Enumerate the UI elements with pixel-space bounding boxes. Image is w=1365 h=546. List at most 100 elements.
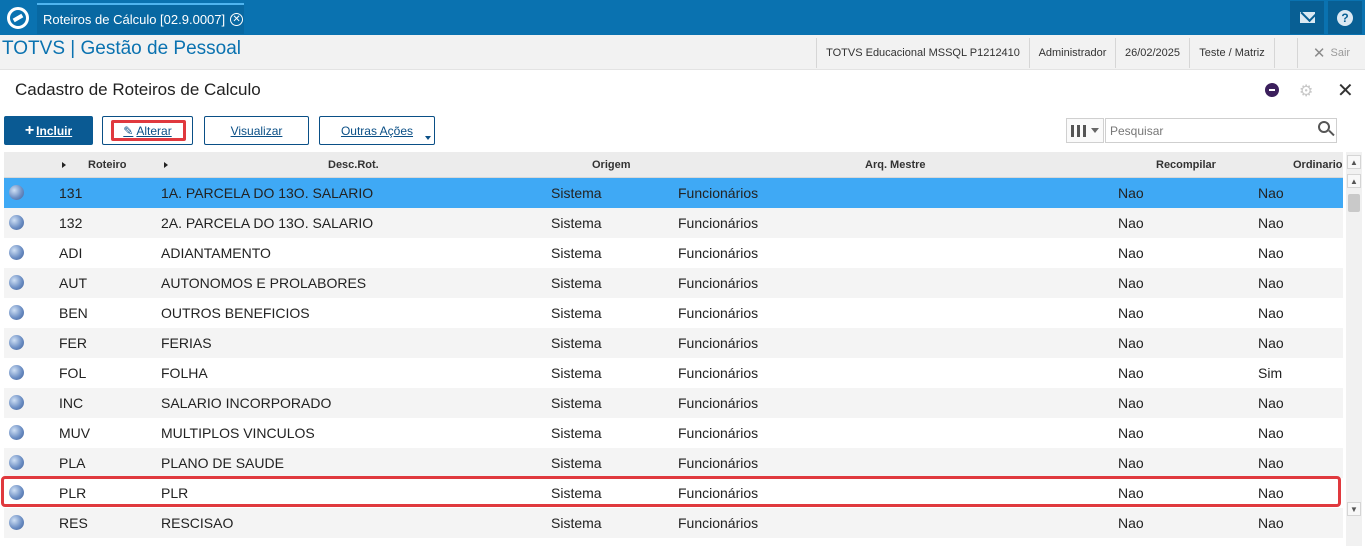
- mail-icon[interactable]: [1290, 1, 1324, 34]
- sort-arrow-icon[interactable]: [164, 162, 168, 168]
- cell-desc: ADIANTAMENTO: [161, 245, 271, 261]
- status-legend-icon[interactable]: [9, 185, 24, 200]
- plus-icon: +: [24, 121, 35, 139]
- cell-recompilar: Nao: [1118, 305, 1144, 321]
- cell-arq: Funcionários: [678, 395, 759, 411]
- cell-origem: Sistema: [551, 395, 602, 411]
- app-title: TOTVS | Gestão de Pessoal: [2, 38, 242, 59]
- cell-recompilar: Nao: [1118, 515, 1144, 531]
- totvs-logo-icon[interactable]: [0, 0, 35, 35]
- status-legend-icon[interactable]: [9, 365, 24, 380]
- cell-desc: 1A. PARCELA DO 13O. SALARIO: [161, 185, 374, 201]
- header-arq-mestre[interactable]: Arq. Mestre: [865, 159, 926, 171]
- table-row[interactable]: FOL FOLHA Sistema Funcionários Nao Sim: [4, 358, 1343, 388]
- table-row[interactable]: FER FERIAS Sistema Funcionários Nao Nao: [4, 328, 1343, 358]
- chevron-down-icon: [1091, 128, 1099, 133]
- cell-arq: Funcionários: [678, 245, 759, 261]
- cell-arq: Funcionários: [678, 305, 759, 321]
- status-legend-icon[interactable]: [9, 245, 24, 260]
- header-roteiro[interactable]: Roteiro: [88, 159, 127, 171]
- cell-ordinario: Nao: [1258, 215, 1284, 231]
- cell-roteiro: MUV: [59, 425, 91, 441]
- status-legend-icon[interactable]: [9, 425, 24, 440]
- table-row[interactable]: PLA PLANO DE SAUDE Sistema Funcionários Nao N…: [4, 448, 1343, 478]
- cell-desc: AUTONOMOS E PROLABORES: [161, 275, 367, 291]
- cell-arq: Funcionários: [678, 365, 759, 381]
- cell-roteiro: 132: [59, 215, 83, 231]
- cell-roteiro: INC: [59, 395, 84, 411]
- cell-ordinario: Nao: [1258, 335, 1284, 351]
- incluir-button[interactable]: + Incluir: [4, 116, 93, 145]
- status-legend-icon[interactable]: [9, 305, 24, 320]
- status-legend-icon[interactable]: [9, 275, 24, 290]
- table-row[interactable]: 131 1A. PARCELA DO 13O. SALARIO Sistema Fun…: [4, 178, 1343, 208]
- tab-roteiros[interactable]: Roteiros de Cálculo [02.9.0007] ✕: [37, 3, 244, 34]
- app-header: TOTVS | Gestão de Pessoal TOTVS Educacio…: [0, 35, 1365, 70]
- exit-label: Sair: [1330, 47, 1351, 59]
- search-icon[interactable]: [1318, 121, 1330, 133]
- date-label[interactable]: 26/02/2025: [1115, 38, 1189, 68]
- scroll-down-icon[interactable]: ▼: [1347, 502, 1361, 516]
- sort-arrow-icon[interactable]: [62, 162, 66, 168]
- incluir-label: Incluir: [36, 123, 73, 138]
- cell-origem: Sistema: [551, 215, 602, 231]
- status-legend-icon[interactable]: [9, 395, 24, 410]
- outras-acoes-label: Outras Ações: [340, 123, 414, 138]
- close-window-icon[interactable]: ✕: [1337, 78, 1354, 103]
- cell-roteiro: RES: [59, 515, 88, 531]
- cell-roteiro: ADI: [59, 245, 83, 261]
- cell-recompilar: Nao: [1118, 245, 1144, 261]
- table-row[interactable]: MUV MULTIPLOS VINCULOS Sistema Funcionários…: [4, 418, 1343, 448]
- search-input[interactable]: [1105, 118, 1337, 143]
- table-row[interactable]: AUT AUTONOMOS E PROLABORES Sistema Funcioná…: [4, 268, 1343, 298]
- table-row[interactable]: RES RESCISAO Sistema Funcionários Nao Nao: [4, 508, 1343, 538]
- status-legend-icon[interactable]: [9, 215, 24, 230]
- visualizar-button[interactable]: Visualizar: [204, 116, 309, 145]
- cell-arq: Funcionários: [678, 335, 759, 351]
- header-recompilar[interactable]: Recompilar: [1156, 159, 1216, 171]
- cell-ordinario: Nao: [1258, 185, 1284, 201]
- status-legend-icon[interactable]: [9, 515, 24, 530]
- cell-ordinario: Sim: [1258, 365, 1283, 381]
- table-row[interactable]: ADI ADIANTAMENTO Sistema Funcionários Nao Nao: [4, 238, 1343, 268]
- scroll-up-icon[interactable]: ▲: [1347, 174, 1361, 188]
- branch-label[interactable]: Teste / Matriz: [1189, 38, 1275, 68]
- table-row[interactable]: 132 2A. PARCELA DO 13O. SALARIO Sistema Fun…: [4, 208, 1343, 238]
- cell-arq: Funcionários: [678, 515, 759, 531]
- tab-close-icon[interactable]: ✕: [230, 13, 244, 26]
- gear-icon[interactable]: ⚙: [1299, 81, 1313, 101]
- exit-button[interactable]: ✕ Sair: [1297, 38, 1365, 68]
- help-icon[interactable]: ?: [1328, 1, 1362, 34]
- form-options-icon[interactable]: [1265, 83, 1279, 97]
- cell-origem: Sistema: [551, 185, 602, 201]
- grid-header: Roteiro Desc.Rot. Origem Arq. Mestre Rec…: [4, 152, 1343, 178]
- scroll-top-icon[interactable]: ▲: [1347, 155, 1361, 169]
- environment-label[interactable]: TOTVS Educacional MSSQL P1212410: [816, 38, 1029, 68]
- vertical-scrollbar[interactable]: ▲ ▲ ▼: [1346, 152, 1362, 546]
- cell-roteiro: FOL: [59, 365, 87, 381]
- cell-recompilar: Nao: [1118, 395, 1144, 411]
- header-desc[interactable]: Desc.Rot.: [328, 159, 379, 171]
- status-legend-icon[interactable]: [9, 455, 24, 470]
- table-row[interactable]: INC SALARIO INCORPORADO Sistema Funcionário…: [4, 388, 1343, 418]
- header-origem[interactable]: Origem: [592, 159, 631, 171]
- column-picker-button[interactable]: [1066, 118, 1104, 143]
- scroll-thumb[interactable]: [1348, 194, 1360, 212]
- outras-acoes-button[interactable]: Outras Ações: [319, 116, 435, 145]
- cell-roteiro: BEN: [59, 305, 88, 321]
- cell-recompilar: Nao: [1118, 365, 1144, 381]
- cell-roteiro: AUT: [59, 275, 87, 291]
- header-ordinario[interactable]: Ordinario: [1293, 159, 1343, 171]
- cell-recompilar: Nao: [1118, 455, 1144, 471]
- visualizar-label: Visualizar: [230, 123, 283, 138]
- status-legend-icon[interactable]: [9, 335, 24, 350]
- cell-ordinario: Nao: [1258, 455, 1284, 471]
- cell-desc: FERIAS: [161, 335, 212, 351]
- table-row[interactable]: BEN OUTROS BENEFICIOS Sistema Funcionários N…: [4, 298, 1343, 328]
- user-label[interactable]: Administrador: [1029, 38, 1115, 68]
- cell-origem: Sistema: [551, 425, 602, 441]
- top-bar: Roteiros de Cálculo [02.9.0007] ✕ ?: [0, 0, 1365, 35]
- alterar-button[interactable]: ✎ Alterar: [102, 116, 193, 145]
- main-panel: Cadastro de Roteiros de Calculo ⚙ ✕ + In…: [1, 71, 1362, 546]
- cell-origem: Sistema: [551, 455, 602, 471]
